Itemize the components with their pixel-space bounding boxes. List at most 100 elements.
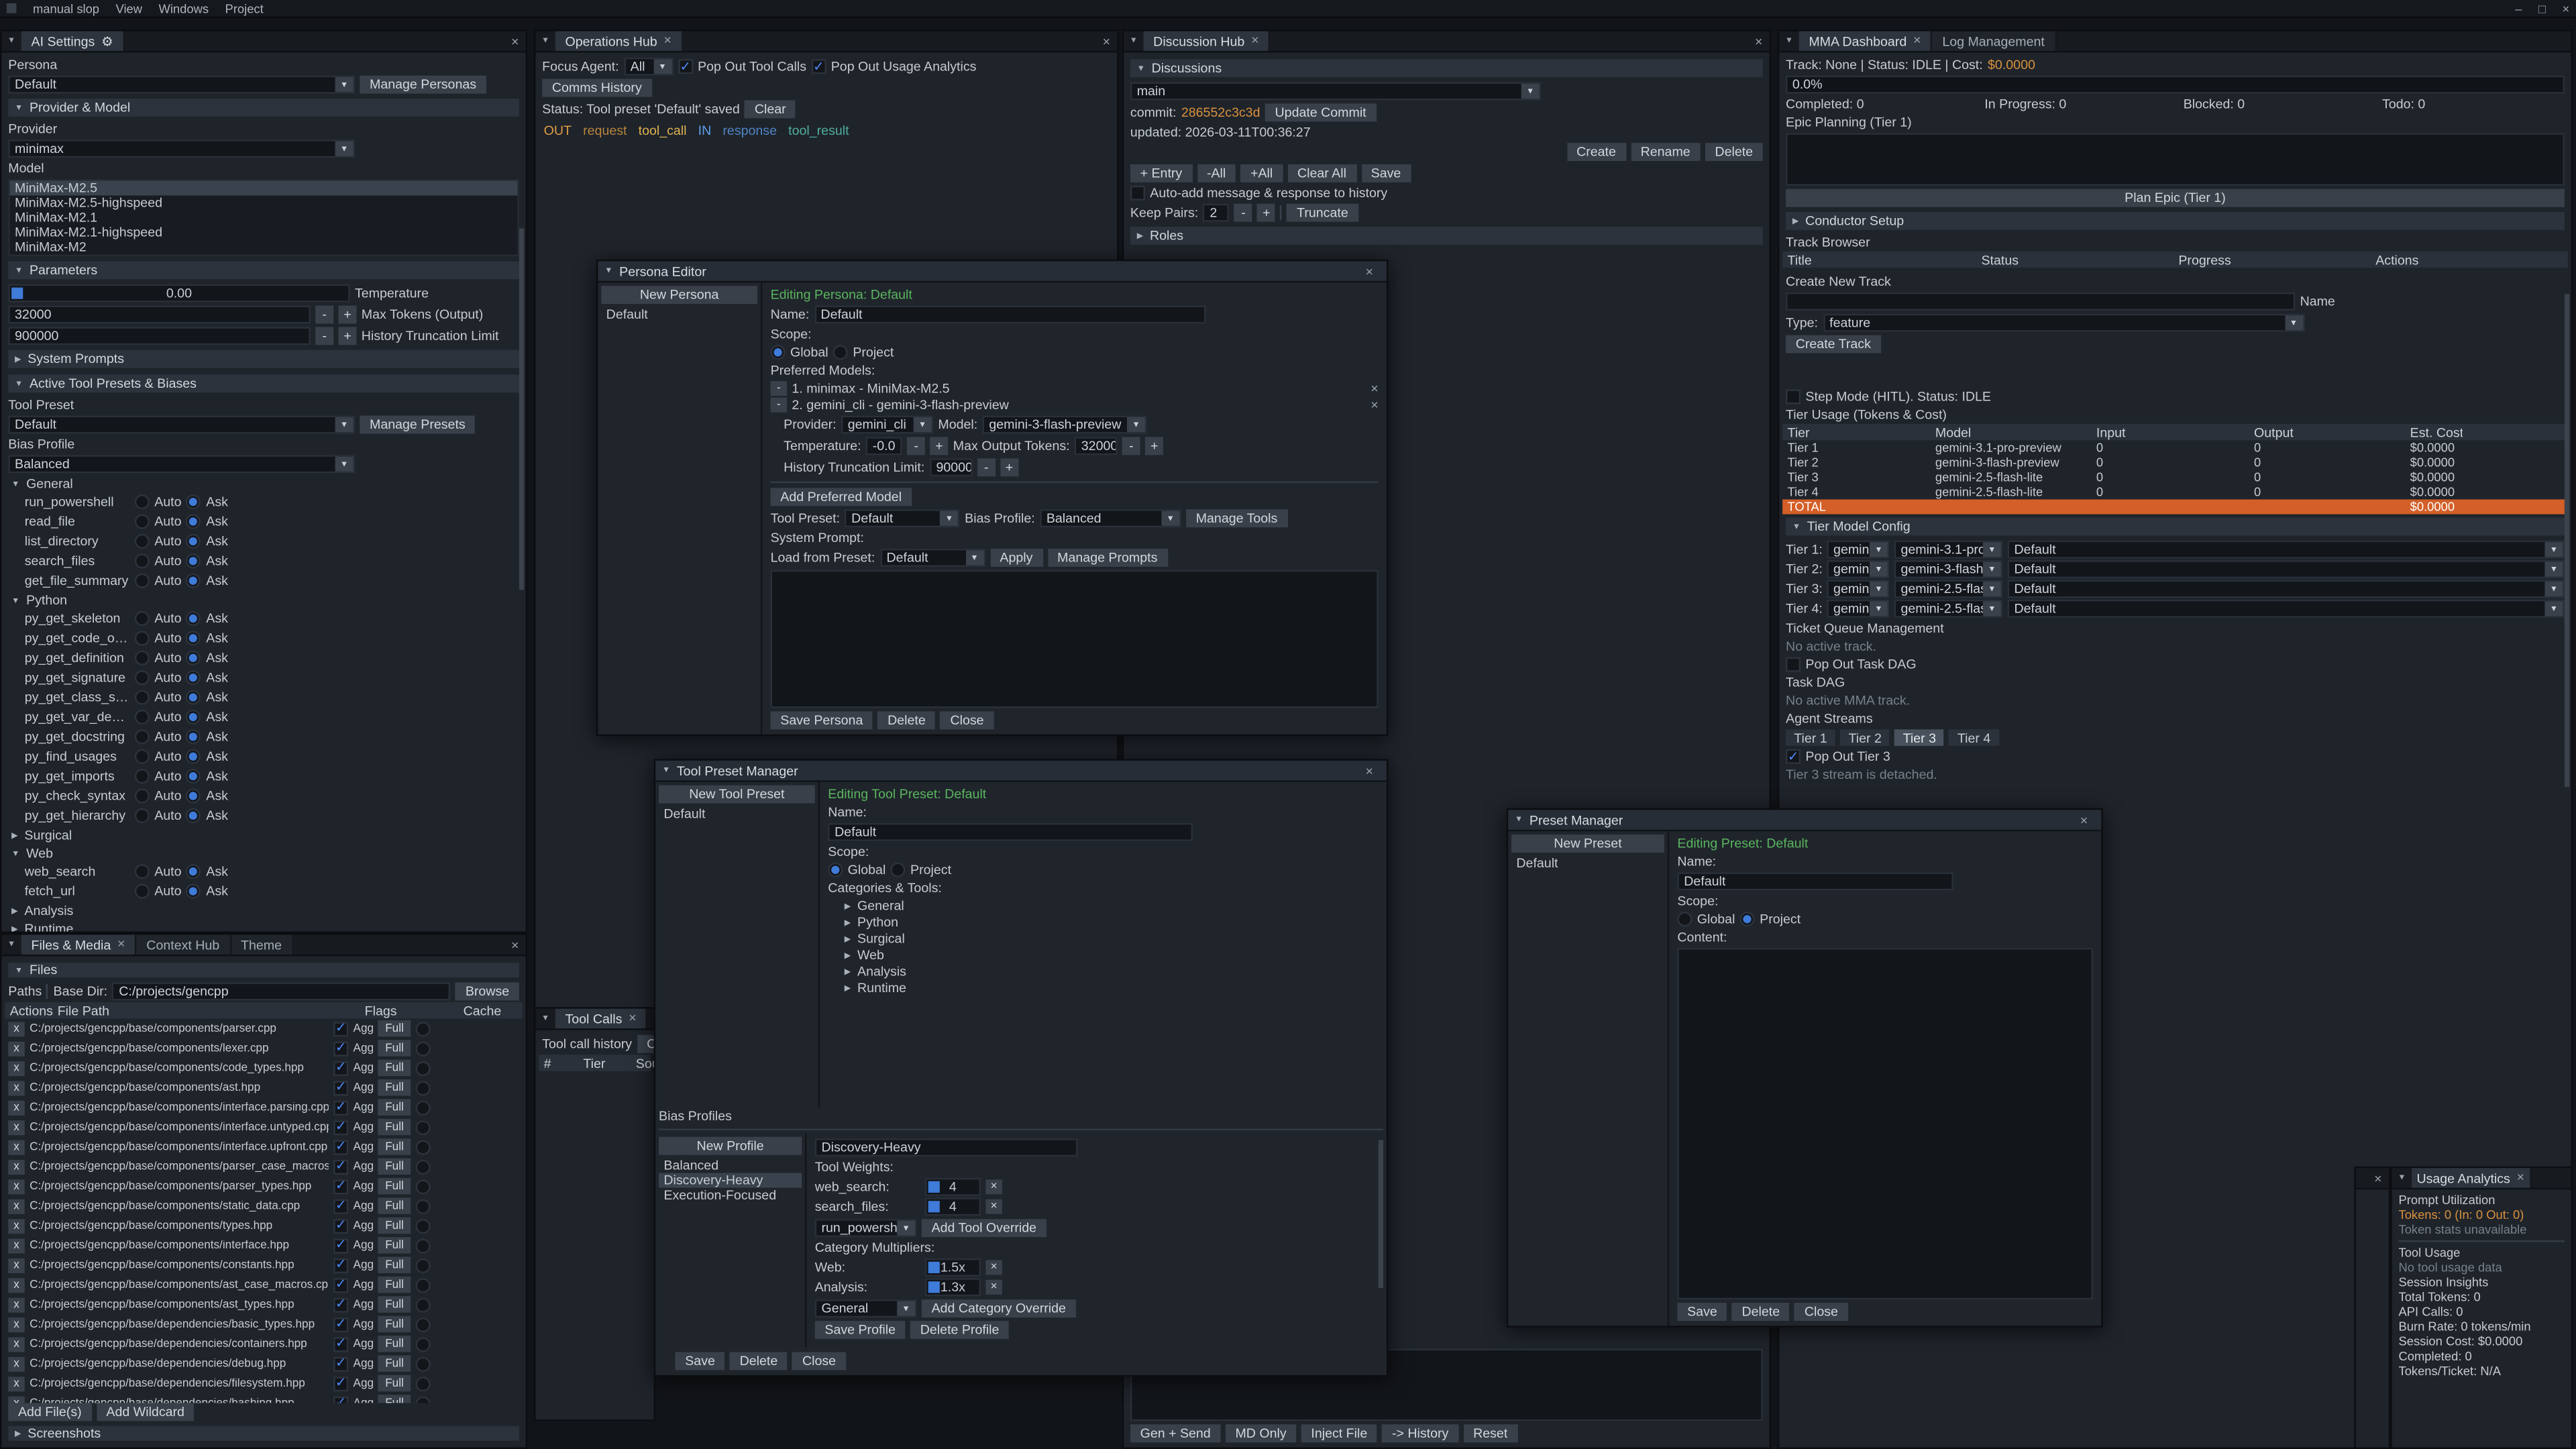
chevron-down-icon[interactable]: ▼	[662, 765, 670, 775]
auto-radio[interactable]	[135, 884, 150, 899]
close-icon[interactable]: ×	[2074, 812, 2095, 827]
decrement-button[interactable]: -	[907, 437, 925, 455]
bias-profile-item[interactable]: Balanced	[659, 1159, 802, 1173]
tab-context-hub[interactable]: Context Hub	[137, 934, 231, 954]
remove-file-button[interactable]: x	[8, 1061, 24, 1075]
remove-file-button[interactable]: x	[8, 1356, 24, 1371]
delete-discussion-button[interactable]: Delete	[1705, 143, 1763, 161]
model-list-item[interactable]: MiniMax-M2	[10, 240, 518, 255]
maximize-icon[interactable]: □	[2538, 1, 2546, 15]
close-icon[interactable]: ×	[1748, 32, 1770, 51]
pop-out-dag-checkbox[interactable]	[1786, 657, 1801, 672]
pop-out-tier3-checkbox[interactable]: ✓	[1786, 749, 1801, 764]
tool-group-web[interactable]: ▼Web	[8, 846, 519, 861]
full-button[interactable]: Full	[378, 1277, 410, 1293]
auto-radio[interactable]	[135, 749, 150, 764]
add-entry-button[interactable]: + Entry	[1130, 164, 1192, 182]
full-button[interactable]: Full	[378, 1079, 410, 1095]
full-button[interactable]: Full	[378, 1355, 410, 1371]
tool-override-select[interactable]: run_powershell▼	[815, 1219, 917, 1237]
auto-radio[interactable]	[135, 534, 150, 549]
category-node[interactable]: ▶Python	[841, 915, 1379, 930]
cache-indicator[interactable]	[415, 1238, 430, 1252]
auto-radio[interactable]	[135, 864, 150, 879]
add-files-button[interactable]: Add File(s)	[8, 1403, 91, 1421]
history-limit-input[interactable]: 900000	[930, 458, 973, 476]
reorder-button[interactable]: -	[771, 398, 787, 413]
auto-radio[interactable]	[135, 769, 150, 784]
files-header[interactable]: ▼Files	[8, 963, 519, 977]
step-mode-checkbox[interactable]	[1786, 389, 1801, 404]
tier-model-config-header[interactable]: ▼Tier Model Config	[1786, 517, 2565, 535]
cache-indicator[interactable]	[415, 1021, 430, 1036]
category-node[interactable]: ▶General	[841, 899, 1379, 914]
save-persona-button[interactable]: Save Persona	[771, 711, 873, 729]
manage-prompts-button[interactable]: Manage Prompts	[1047, 549, 1167, 567]
slider-grab[interactable]	[928, 1262, 940, 1273]
agg-checkbox[interactable]: ✓	[333, 1080, 348, 1095]
tool-group-general[interactable]: ▼General	[8, 476, 519, 491]
bias-profile-item[interactable]: Discovery-Heavy	[659, 1173, 802, 1188]
agg-checkbox[interactable]: ✓	[333, 1277, 348, 1292]
remove-file-button[interactable]: x	[8, 1376, 24, 1391]
delete-profile-button[interactable]: Delete Profile	[910, 1321, 1009, 1339]
system-prompt-input[interactable]	[771, 570, 1379, 708]
tier-preset-select[interactable]: Default▼	[2008, 600, 2565, 618]
remove-file-button[interactable]: x	[8, 1336, 24, 1351]
auto-radio[interactable]	[135, 574, 150, 588]
agg-checkbox[interactable]: ✓	[333, 1376, 348, 1391]
add-preferred-model-button[interactable]: Add Preferred Model	[771, 488, 912, 506]
full-button[interactable]: Full	[378, 1395, 410, 1403]
remove-file-button[interactable]: x	[8, 1317, 24, 1332]
profile-name-input[interactable]: Discovery-Heavy	[815, 1138, 1078, 1157]
track-name-input[interactable]	[1786, 292, 2295, 311]
manage-personas-button[interactable]: Manage Personas	[360, 76, 486, 94]
agg-checkbox[interactable]: ✓	[333, 1040, 348, 1055]
agg-checkbox[interactable]: ✓	[333, 1258, 348, 1273]
category-node[interactable]: ▶Analysis	[841, 965, 1379, 979]
full-button[interactable]: Full	[378, 1178, 410, 1194]
minimize-icon[interactable]: –	[2515, 1, 2522, 15]
ask-radio[interactable]	[186, 515, 201, 529]
bias-profile-select[interactable]: Balanced▼	[8, 455, 355, 473]
apply-button[interactable]: Apply	[990, 549, 1042, 567]
manage-presets-button[interactable]: Manage Presets	[360, 416, 475, 434]
discussions-header[interactable]: ▼Discussions	[1130, 59, 1763, 77]
pop-out-usage-checkbox[interactable]: ✓	[811, 59, 826, 74]
update-commit-button[interactable]: Update Commit	[1265, 103, 1376, 121]
increment-button[interactable]: +	[930, 437, 948, 455]
tab-mma-dashboard[interactable]: MMA Dashboard×	[1799, 32, 1933, 51]
cache-indicator[interactable]	[415, 1317, 430, 1332]
collapse-all-button[interactable]: -All	[1197, 164, 1236, 182]
tier-model-select[interactable]: gemini-2.5-flash-lite▼	[1894, 600, 2003, 618]
agg-checkbox[interactable]: ✓	[333, 1179, 348, 1193]
close-icon[interactable]: ×	[117, 938, 125, 951]
tab-theme[interactable]: Theme	[231, 934, 293, 954]
close-icon[interactable]: ×	[629, 1012, 636, 1026]
tier-model-select[interactable]: gemini-3-flash-preview▼	[1894, 560, 2003, 578]
ask-radio[interactable]	[186, 864, 201, 879]
agg-checkbox[interactable]: ✓	[333, 1100, 348, 1115]
tool-group-runtime[interactable]: ▶Runtime	[8, 922, 519, 932]
full-button[interactable]: Full	[378, 1375, 410, 1391]
full-button[interactable]: Full	[378, 1237, 410, 1253]
base-dir-input[interactable]: C:/projects/gencpp	[112, 982, 450, 1000]
multiplier-slider[interactable]: 1.3x	[925, 1278, 981, 1296]
multiplier-slider[interactable]: 1.5x	[925, 1258, 981, 1277]
save-discussion-button[interactable]: Save	[1361, 164, 1411, 182]
delete-persona-button[interactable]: Delete	[877, 711, 935, 729]
cache-indicator[interactable]	[415, 1061, 430, 1075]
preset-list-item[interactable]: Default	[1511, 856, 1664, 871]
decrement-button[interactable]: -	[315, 327, 333, 345]
menu-item-project[interactable]: Project	[225, 1, 264, 15]
agg-checkbox[interactable]: ✓	[333, 1395, 348, 1403]
slider-grab[interactable]	[11, 288, 23, 299]
remove-file-button[interactable]: x	[8, 1395, 24, 1403]
scope-global-radio[interactable]	[1677, 912, 1692, 926]
close-icon[interactable]: ×	[2562, 1, 2569, 15]
cache-indicator[interactable]	[415, 1100, 430, 1115]
auto-radio[interactable]	[135, 651, 150, 665]
tab-list-icon[interactable]: ▼	[1124, 32, 1143, 51]
screenshots-header[interactable]: ▶Screenshots	[8, 1426, 519, 1441]
model-list-item[interactable]: MiniMax-M2.5	[10, 180, 518, 195]
